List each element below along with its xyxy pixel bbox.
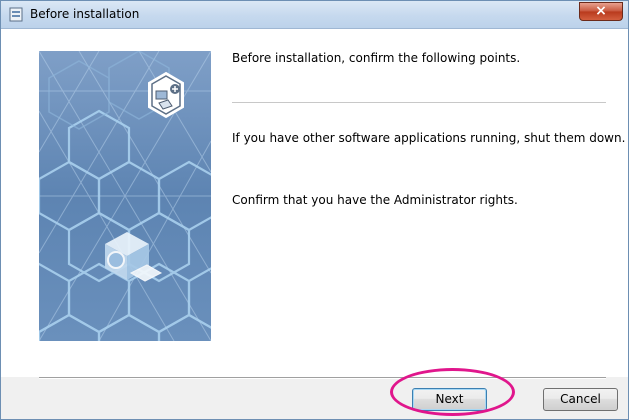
installer-icon — [9, 7, 23, 22]
title-bar[interactable]: Before installation × — [1, 1, 628, 29]
close-button[interactable]: × — [579, 2, 623, 21]
instruction-close-apps: If you have other software applications … — [232, 131, 626, 145]
installer-dialog: Before installation × Before installatio… — [0, 0, 629, 420]
cancel-button[interactable]: Cancel — [543, 388, 618, 411]
window-title: Before installation — [30, 7, 140, 21]
intro-text: Before installation, confirm the followi… — [232, 51, 521, 65]
dialog-body: Before installation, confirm the followi… — [1, 29, 628, 419]
instruction-admin-rights: Confirm that you have the Administrator … — [232, 193, 518, 207]
content-divider — [232, 102, 606, 104]
footer-divider — [39, 377, 606, 379]
installation-illustration — [39, 51, 211, 341]
next-button[interactable]: Next — [412, 388, 487, 411]
button-bar: Next Cancel — [1, 377, 628, 419]
close-icon: × — [595, 3, 607, 19]
